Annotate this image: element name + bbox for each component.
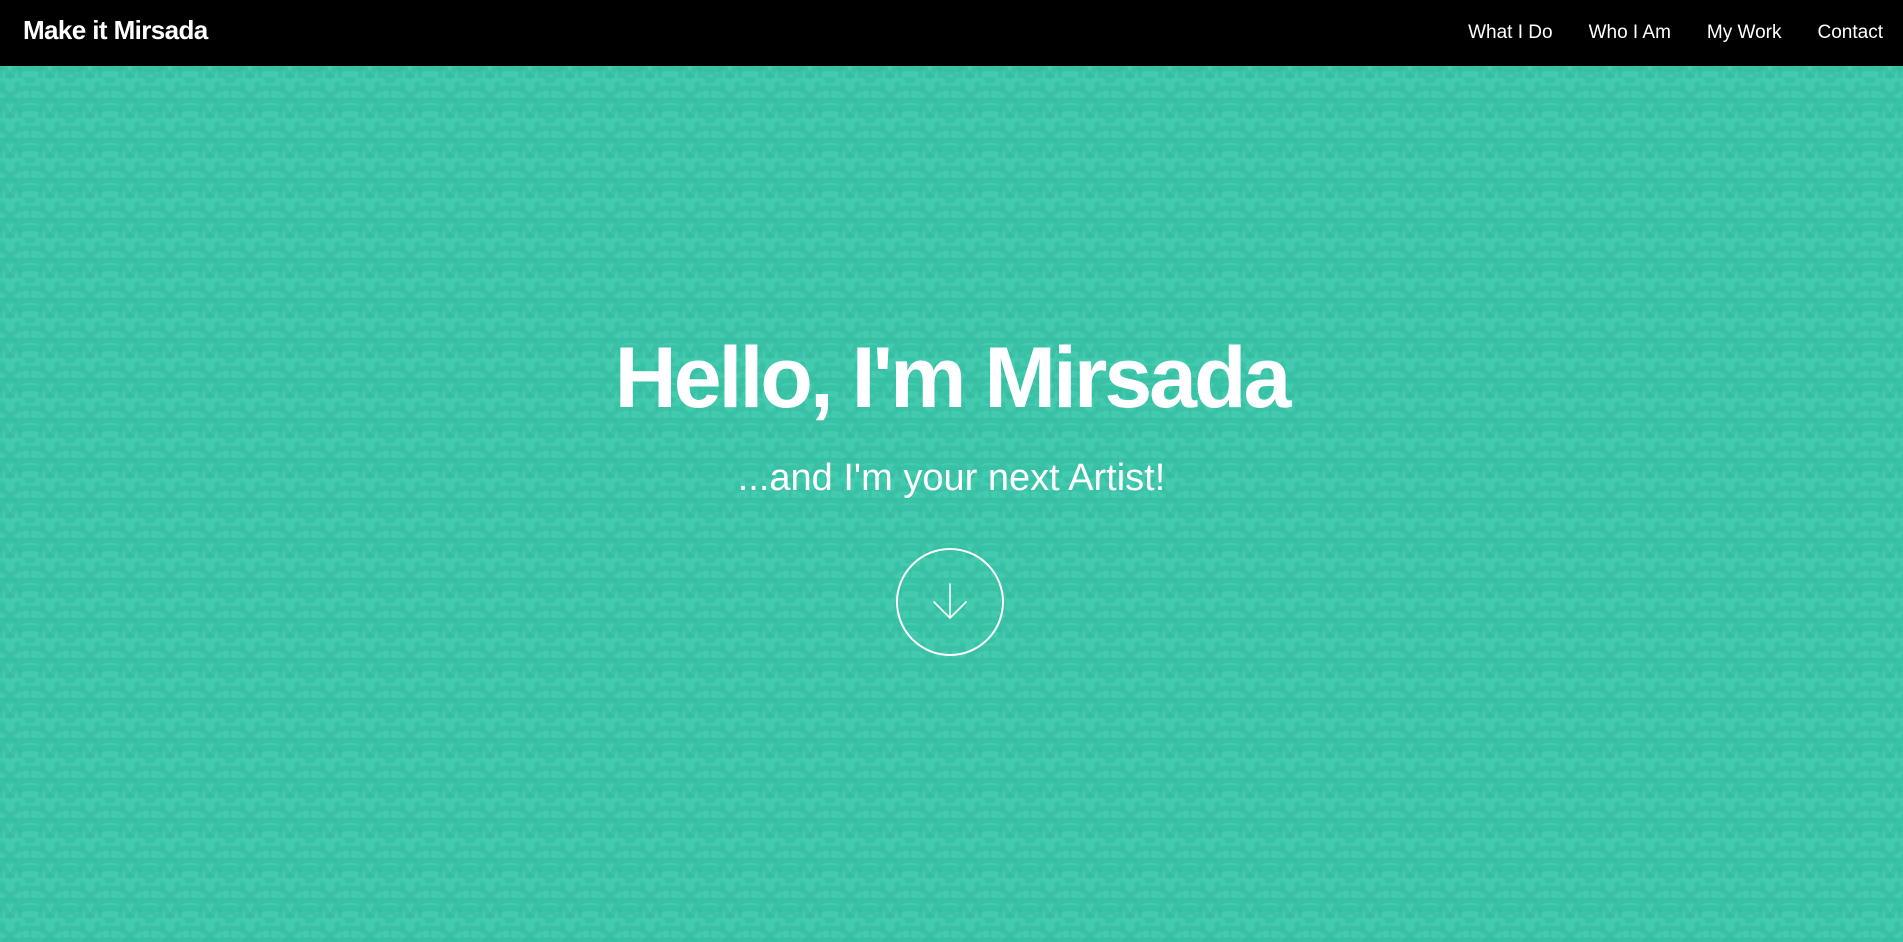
nav-link-what-i-do[interactable]: What I Do [1468,22,1552,44]
hero-section: Hello, I'm Mirsada ...and I'm your next … [0,66,1903,942]
nav-links: What I Do Who I Am My Work Contact [1468,0,1883,66]
arrow-down-icon [933,583,967,619]
hero-title: Hello, I'm Mirsada [614,330,1292,426]
nav-link-my-work[interactable]: My Work [1707,22,1782,44]
brand-logo[interactable]: Make it Mirsada [23,15,208,46]
seigaiha-wave-pattern [0,66,1903,942]
scroll-down-button[interactable] [896,548,1004,656]
nav-link-contact[interactable]: Contact [1818,22,1883,44]
hero-subtitle: ...and I'm your next Artist! [737,457,1166,499]
nav-link-who-i-am[interactable]: Who I Am [1589,22,1671,44]
page: Make it Mirsada What I Do Who I Am My Wo… [0,0,1903,942]
navbar: Make it Mirsada What I Do Who I Am My Wo… [0,0,1903,66]
